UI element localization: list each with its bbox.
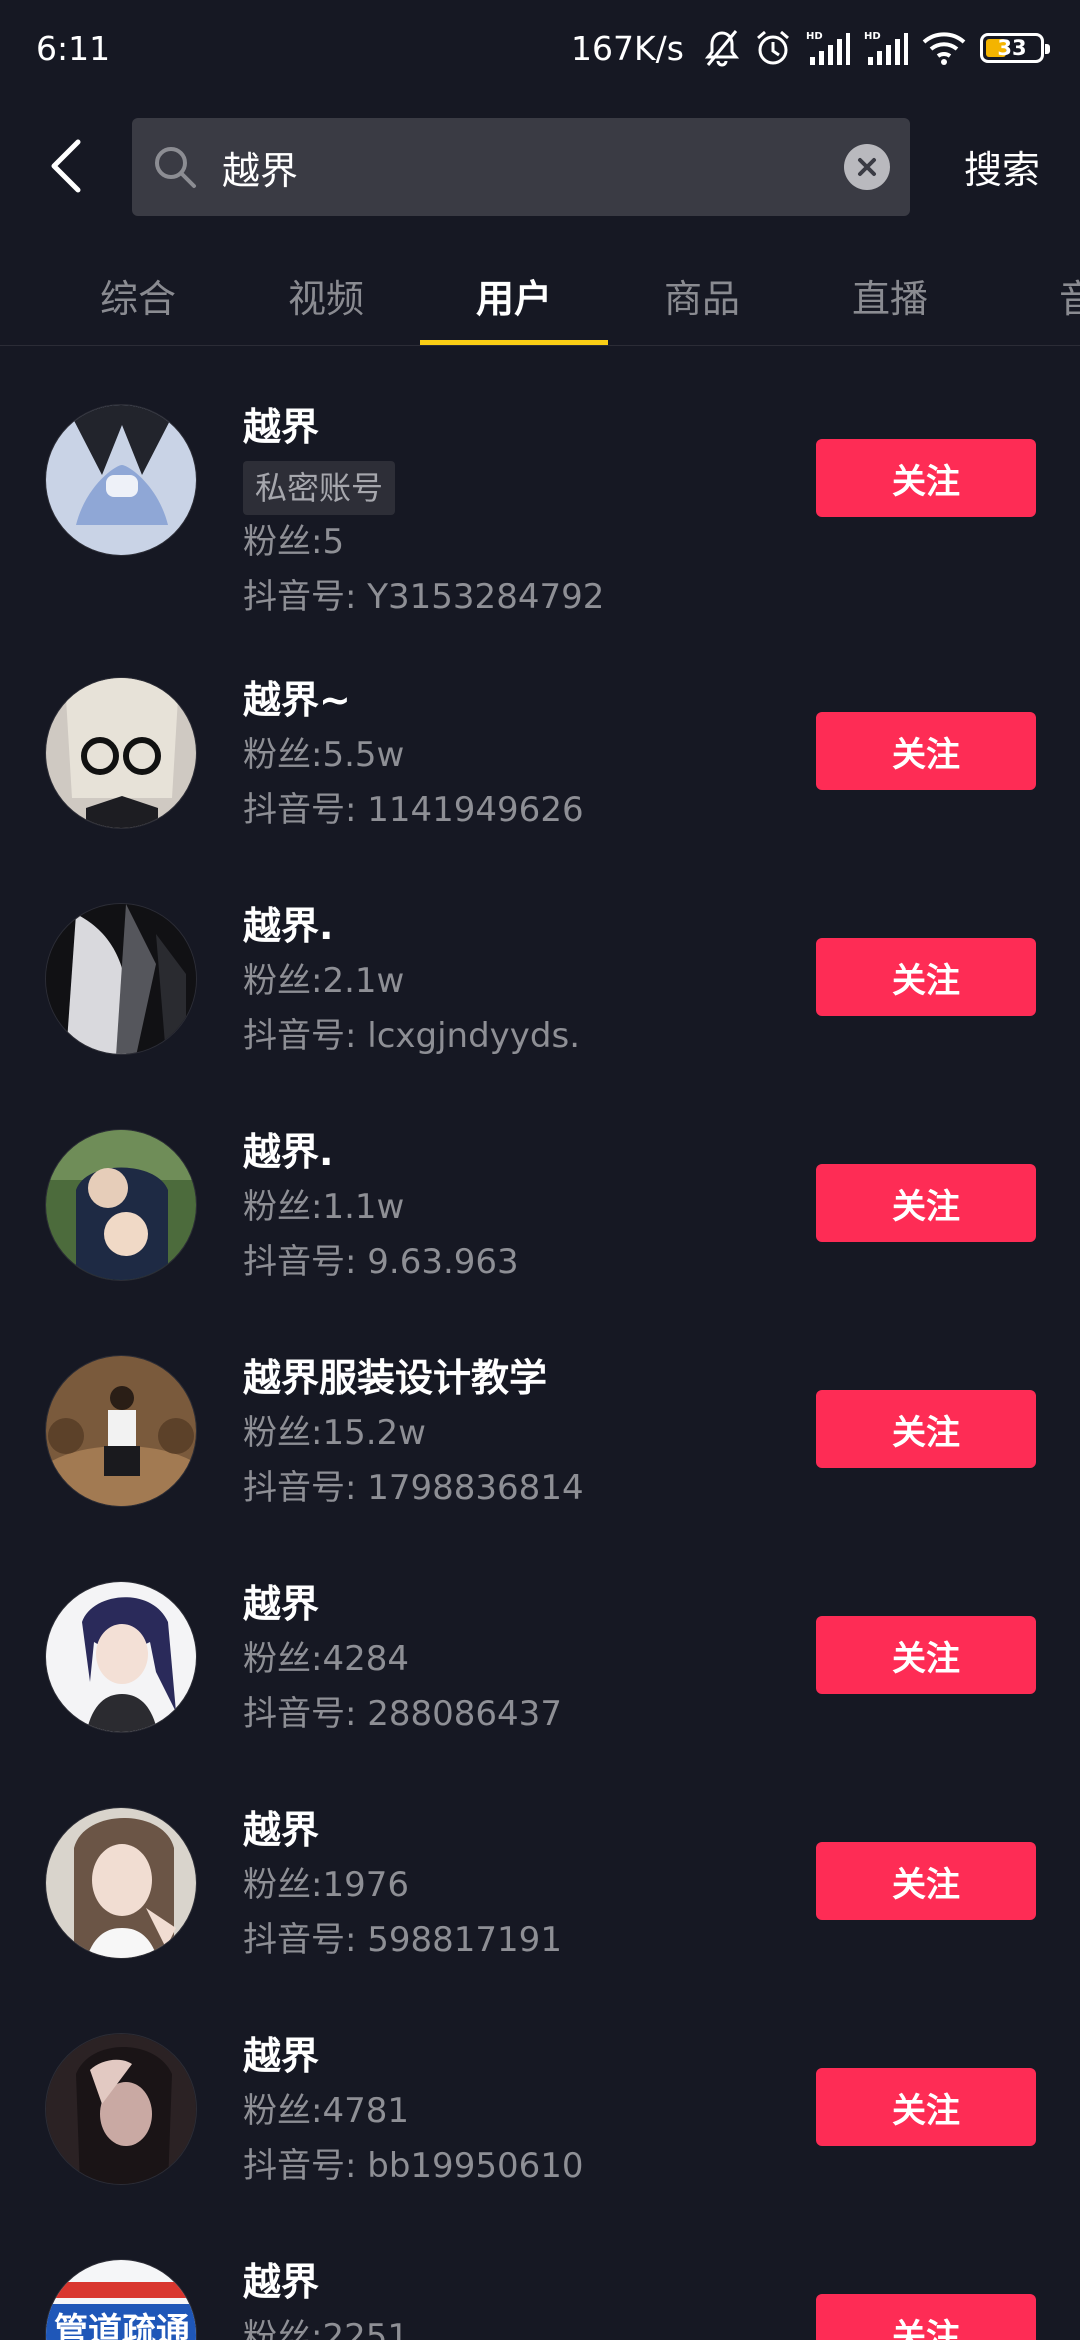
avatar[interactable] <box>45 1807 197 1959</box>
user-info: 越界 粉丝:2251 <box>243 2254 803 2340</box>
avatar[interactable] <box>45 677 197 829</box>
user-info: 越界服装设计教学 粉丝:15.2w 抖音号: 1798836814 <box>243 1350 803 1516</box>
user-name: 越界 <box>243 2034 320 2078</box>
user-info: 越界 粉丝:1976 抖音号: 598817191 <box>243 1802 803 1968</box>
tab-all[interactable]: 综合 <box>44 248 232 345</box>
status-time: 6:11 <box>36 28 111 68</box>
fans-count: 粉丝:4781 <box>243 2091 409 2131</box>
tab-live[interactable]: 直播 <box>796 248 984 345</box>
avatar[interactable] <box>45 2033 197 2185</box>
fans-count: 粉丝:5.5w <box>243 735 405 775</box>
avatar[interactable] <box>45 1129 197 1281</box>
follow-button[interactable]: 关注 <box>816 1842 1036 1920</box>
avatar-text: 管道疏通 <box>54 2311 190 2340</box>
list-item[interactable]: 管道疏通 越界 粉丝:2251 关注 <box>0 2254 1080 2340</box>
user-info: 越界. 粉丝:2.1w 抖音号: lcxgjndyyds. <box>243 898 803 1064</box>
follow-button[interactable]: 关注 <box>816 439 1036 517</box>
user-name: 越界 <box>243 2260 320 2304</box>
search-button[interactable]: 搜索 <box>942 138 1062 194</box>
follow-button[interactable]: 关注 <box>816 2294 1036 2340</box>
list-item[interactable]: 越界. 粉丝:2.1w 抖音号: lcxgjndyyds. 关注 <box>0 898 1080 1068</box>
list-item[interactable]: 越界 粉丝:4284 抖音号: 288086437 关注 <box>0 1576 1080 1746</box>
douyin-id: 抖音号: Y3153284792 <box>243 577 605 617</box>
fans-count: 粉丝:4284 <box>243 1639 409 1679</box>
avatar[interactable] <box>45 1581 197 1733</box>
fans-count: 粉丝:15.2w <box>243 1413 426 1453</box>
douyin-id: 抖音号: 288086437 <box>243 1694 562 1734</box>
user-info: 越界 粉丝:4781 抖音号: bb19950610 <box>243 2028 803 2194</box>
douyin-id: 抖音号: 9.63.963 <box>243 1242 519 1282</box>
user-info: 越界. 粉丝:1.1w 抖音号: 9.63.963 <box>243 1124 803 1290</box>
search-icon <box>152 144 198 190</box>
douyin-id: 抖音号: 1798836814 <box>243 1468 584 1508</box>
svg-text:HD: HD <box>864 31 881 42</box>
signal-hd-icon: HD <box>864 29 908 67</box>
clear-icon <box>858 158 876 176</box>
wifi-icon <box>922 30 966 66</box>
status-bar: 6:11 167K/s HD HD 33 <box>0 0 1080 96</box>
user-info: 越界 粉丝:4284 抖音号: 288086437 <box>243 1576 803 1742</box>
user-info: 越界~ 粉丝:5.5w 抖音号: 1141949626 <box>243 672 803 838</box>
tab-music[interactable]: 音 <box>984 248 1080 345</box>
follow-button[interactable]: 关注 <box>816 2068 1036 2146</box>
bell-mute-icon <box>704 29 740 67</box>
tab-video[interactable]: 视频 <box>232 248 420 345</box>
fans-count: 粉丝:1.1w <box>243 1187 405 1227</box>
user-name: 越界. <box>243 904 334 948</box>
user-name: 越界 <box>243 1808 320 1852</box>
list-item[interactable]: 越界 粉丝:4781 抖音号: bb19950610 关注 <box>0 2028 1080 2198</box>
douyin-id: 抖音号: bb19950610 <box>243 2146 584 2186</box>
user-name: 越界 <box>243 1582 320 1626</box>
clear-button[interactable] <box>844 144 890 190</box>
search-input[interactable] <box>222 145 844 189</box>
status-icons: 167K/s HD HD 33 <box>571 28 1050 68</box>
list-item[interactable]: 越界 粉丝:1976 抖音号: 598817191 关注 <box>0 1802 1080 1972</box>
private-account-badge: 私密账号 <box>243 461 396 515</box>
list-item[interactable]: 越界服装设计教学 粉丝:15.2w 抖音号: 1798836814 关注 <box>0 1350 1080 1520</box>
list-item[interactable]: 越界~ 粉丝:5.5w 抖音号: 1141949626 关注 <box>0 672 1080 842</box>
avatar[interactable] <box>45 1355 197 1507</box>
fans-count: 粉丝:2.1w <box>243 961 405 1001</box>
fans-count: 粉丝:1976 <box>243 1865 409 1905</box>
user-name: 越界服装设计教学 <box>243 1356 548 1400</box>
douyin-id: 抖音号: 1141949626 <box>243 790 584 830</box>
alarm-icon <box>754 29 792 67</box>
fans-count: 粉丝:5 <box>243 522 345 562</box>
network-speed: 167K/s <box>571 28 684 68</box>
battery-level: 33 <box>997 36 1027 60</box>
search-header: 搜索 <box>0 116 1080 216</box>
tab-active-indicator <box>420 340 608 345</box>
follow-button[interactable]: 关注 <box>816 938 1036 1016</box>
follow-button[interactable]: 关注 <box>816 712 1036 790</box>
fans-count: 粉丝:2251 <box>243 2317 409 2340</box>
tab-users[interactable]: 用户 <box>420 248 608 345</box>
avatar[interactable]: 管道疏通 <box>45 2259 197 2340</box>
user-name: 越界~ <box>243 678 351 722</box>
search-tabs: 综合 视频 用户 商品 直播 音 <box>0 248 1080 346</box>
signal-hd-icon: HD <box>806 29 850 67</box>
user-name: 越界 <box>243 405 320 449</box>
douyin-id: 抖音号: lcxgjndyyds. <box>243 1016 581 1056</box>
battery-icon: 33 <box>980 33 1050 63</box>
user-info: 越界 私密账号 粉丝:5 抖音号: Y3153284792 <box>243 399 803 625</box>
back-arrow-icon <box>51 139 81 193</box>
search-box[interactable] <box>132 118 910 216</box>
tab-products[interactable]: 商品 <box>608 248 796 345</box>
avatar[interactable] <box>45 903 197 1055</box>
follow-button[interactable]: 关注 <box>816 1164 1036 1242</box>
follow-button[interactable]: 关注 <box>816 1616 1036 1694</box>
follow-button[interactable]: 关注 <box>816 1390 1036 1468</box>
douyin-id: 抖音号: 598817191 <box>243 1920 562 1960</box>
avatar[interactable] <box>45 404 197 556</box>
back-button[interactable] <box>36 136 96 196</box>
list-item[interactable]: 越界. 粉丝:1.1w 抖音号: 9.63.963 关注 <box>0 1124 1080 1294</box>
list-item[interactable]: 越界 私密账号 粉丝:5 抖音号: Y3153284792 关注 <box>0 399 1080 619</box>
user-name: 越界. <box>243 1130 334 1174</box>
svg-text:HD: HD <box>806 31 823 42</box>
